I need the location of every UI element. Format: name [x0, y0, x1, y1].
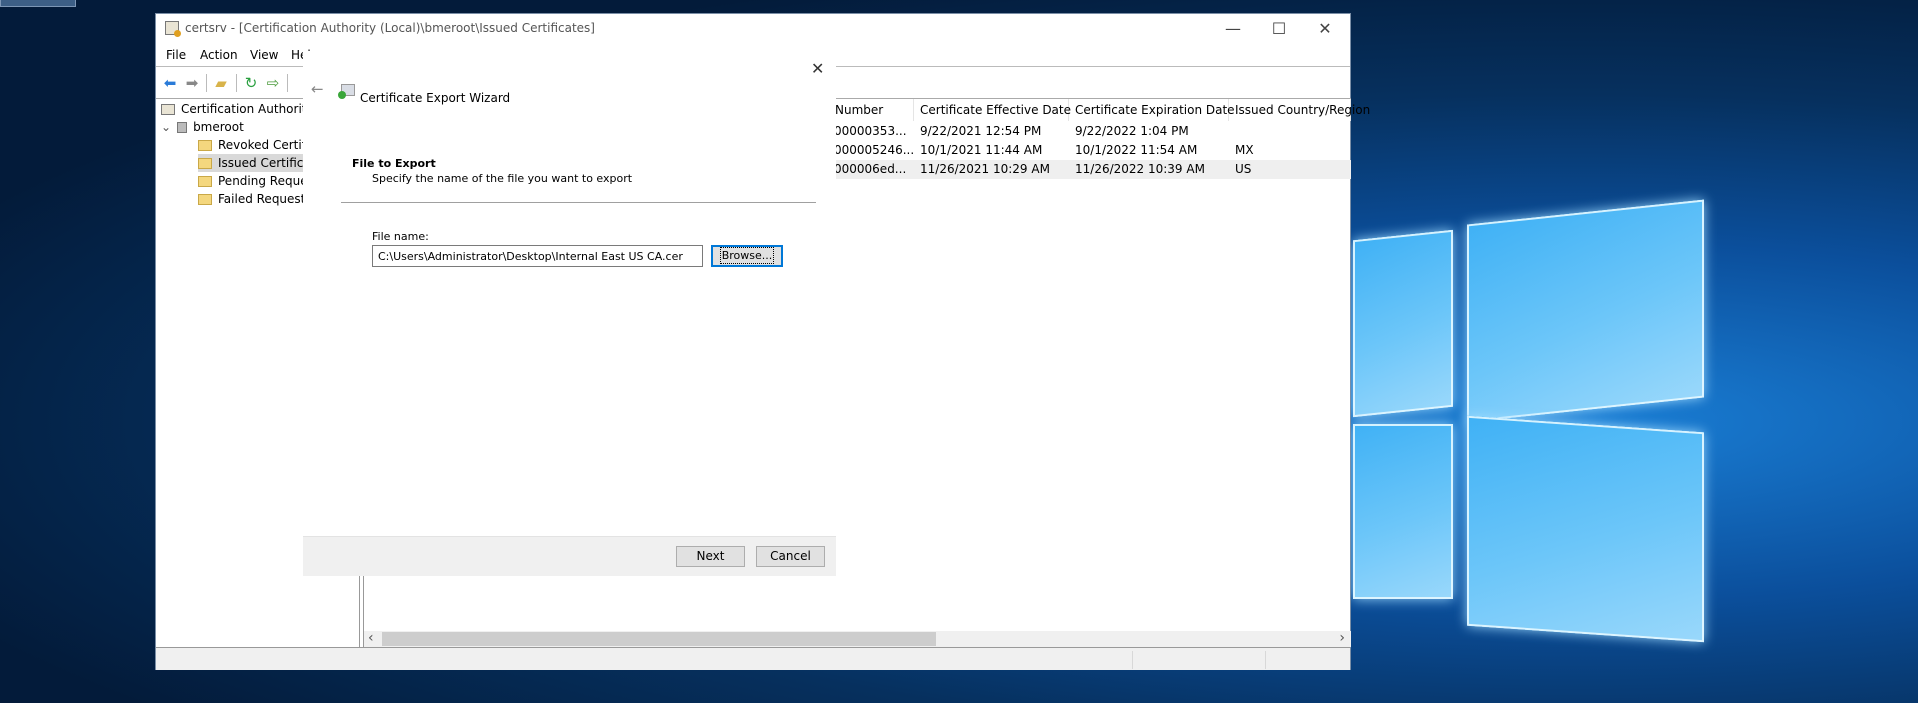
dialog-footer: Next Cancel: [303, 536, 836, 576]
folder-icon: [198, 140, 212, 151]
column-header-number[interactable]: Number: [829, 99, 914, 121]
folder-icon: [198, 194, 212, 205]
cell-country: MX: [1235, 143, 1254, 157]
toolbar-separator: [206, 74, 207, 92]
export-list-icon[interactable]: ⇨: [264, 74, 282, 92]
menu-action[interactable]: Action: [200, 48, 238, 62]
tree-ca-node[interactable]: ⌄ bmeroot: [161, 118, 244, 136]
browse-label: Browse...: [719, 247, 775, 264]
browse-button[interactable]: Browse...: [711, 245, 783, 267]
certificate-export-wizard: ✕ ← Certificate Export Wizard File to Ex…: [303, 51, 836, 576]
taskbar-fragment: [0, 0, 76, 7]
tree-item-failed[interactable]: Failed Requests: [198, 190, 312, 208]
forward-arrow-icon[interactable]: ➡: [183, 74, 201, 92]
horizontal-scrollbar[interactable]: ‹ ›: [364, 630, 1351, 647]
cell-effective-date: 11/26/2021 10:29 AM: [920, 162, 1050, 176]
status-divider: [1132, 651, 1133, 669]
column-header-effective-date[interactable]: Certificate Effective Date: [914, 99, 1071, 121]
windows-logo-pane: [1353, 424, 1453, 599]
scroll-right-icon[interactable]: ›: [1339, 630, 1345, 646]
back-arrow-icon[interactable]: ⬅: [161, 74, 179, 92]
column-header-expiration-date[interactable]: Certificate Expiration Date: [1069, 99, 1235, 121]
dialog-title: Certificate Export Wizard: [360, 91, 511, 105]
cancel-button[interactable]: Cancel: [756, 546, 825, 567]
tree-item-label: Failed Requests: [218, 192, 312, 206]
cell-number: 00000353...: [834, 124, 907, 138]
minimize-button[interactable]: —: [1210, 14, 1256, 44]
status-divider: [1265, 651, 1266, 669]
cell-expiration-date: 9/22/2022 1:04 PM: [1075, 124, 1189, 138]
tree-root-label: Certification Authority: [181, 102, 314, 116]
up-folder-icon[interactable]: ▰: [212, 74, 230, 92]
toolbar-separator: [236, 74, 237, 92]
cell-expiration-date: 10/1/2022 11:54 AM: [1075, 143, 1198, 157]
close-button[interactable]: ✕: [1302, 14, 1348, 44]
wizard-icon: [338, 84, 355, 99]
page-subheading: Specify the name of the file you want to…: [372, 172, 633, 185]
windows-logo-pane: [1467, 199, 1704, 423]
scroll-left-icon[interactable]: ‹: [368, 630, 374, 646]
divider: [341, 202, 816, 203]
status-bar: [156, 647, 1350, 670]
window-title: certsrv - [Certification Authority (Loca…: [185, 21, 595, 35]
menu-file[interactable]: File: [166, 48, 186, 62]
dialog-close-button[interactable]: ✕: [811, 59, 824, 78]
windows-logo-pane: [1467, 415, 1704, 643]
certificate-authority-icon: [161, 104, 175, 115]
back-arrow-icon[interactable]: ←: [311, 80, 324, 98]
cell-expiration-date: 11/26/2022 10:39 AM: [1075, 162, 1205, 176]
column-header-country[interactable]: Issued Country/Region: [1229, 99, 1370, 121]
cell-country: US: [1235, 162, 1252, 176]
scrollbar-thumb[interactable]: [382, 632, 936, 646]
cell-number: 000006ed...: [834, 162, 907, 176]
cell-effective-date: 10/1/2021 11:44 AM: [920, 143, 1043, 157]
toolbar-separator: [287, 74, 288, 92]
refresh-icon[interactable]: ↻: [242, 74, 260, 92]
file-name-label: File name:: [372, 230, 429, 243]
folder-icon: [198, 158, 212, 169]
cell-number: 000005246...: [834, 143, 915, 157]
chevron-down-icon[interactable]: ⌄: [161, 120, 171, 134]
tree-root[interactable]: Certification Authority: [161, 100, 314, 118]
title-bar[interactable]: certsrv - [Certification Authority (Loca…: [156, 14, 1350, 44]
maximize-button[interactable]: ☐: [1256, 14, 1302, 44]
page-heading: File to Export: [352, 157, 436, 170]
file-name-input[interactable]: [372, 245, 703, 267]
next-button[interactable]: Next: [676, 546, 745, 567]
certificate-app-icon: [165, 21, 181, 37]
windows-logo-pane: [1353, 229, 1453, 418]
tree-ca-label: bmeroot: [193, 120, 244, 134]
folder-icon: [198, 176, 212, 187]
menu-view[interactable]: View: [250, 48, 278, 62]
cell-effective-date: 9/22/2021 12:54 PM: [920, 124, 1042, 138]
server-ok-icon: [177, 122, 188, 133]
